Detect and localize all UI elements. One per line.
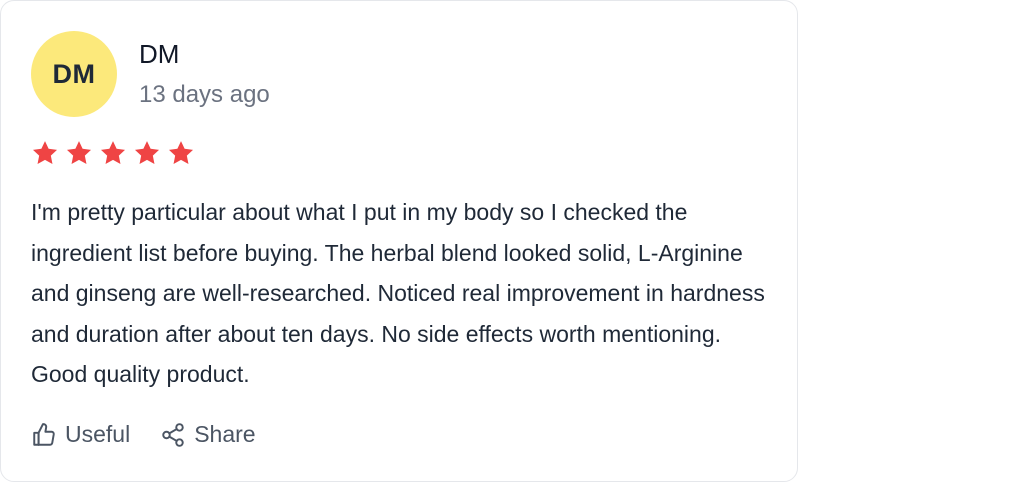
share-label: Share (194, 421, 256, 447)
review-date: 13 days ago (139, 81, 270, 108)
review-actions: Useful Share (31, 421, 256, 448)
useful-button[interactable]: Useful (31, 421, 130, 448)
useful-label: Useful (65, 421, 131, 447)
star-icon (100, 141, 126, 164)
star-icon (168, 141, 194, 164)
star-icon (32, 141, 58, 164)
star-icon (66, 141, 92, 164)
star-icon (134, 141, 160, 164)
star-rating (31, 139, 195, 167)
review-text: I'm pretty particular about what I put i… (31, 199, 765, 387)
share-button[interactable]: Share (160, 421, 256, 448)
thumbs-up-icon (31, 422, 57, 448)
review-card: DM DM 13 days ago I'm pretty particular … (0, 0, 798, 482)
avatar: DM (31, 31, 117, 117)
author-name: DM (139, 39, 180, 69)
share-icon (160, 422, 186, 448)
